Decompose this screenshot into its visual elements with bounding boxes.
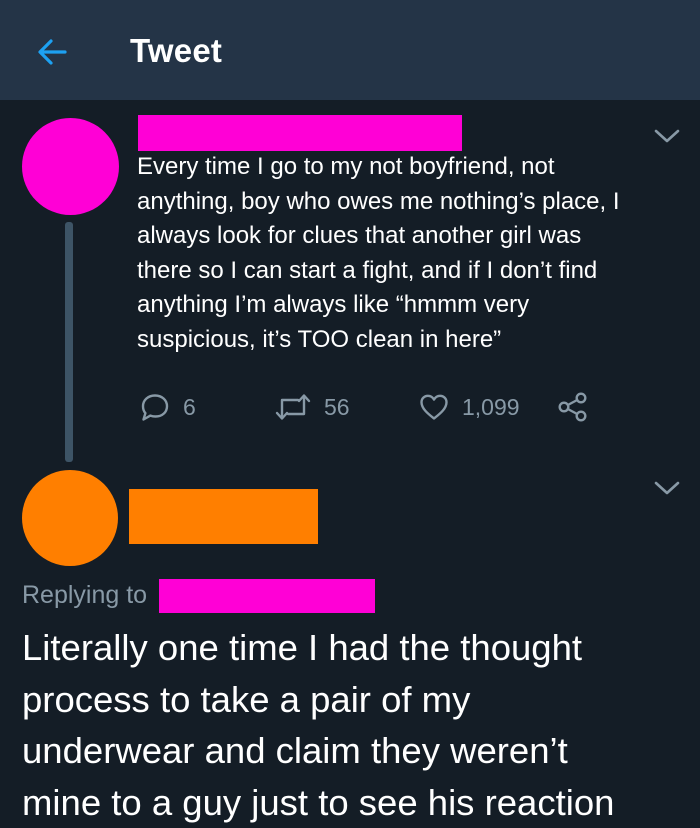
thread-line [65,222,73,462]
top-bar: Tweet [0,0,700,100]
redacted-reply-handle[interactable] [159,579,375,613]
reply-count: 6 [183,393,196,420]
avatar[interactable] [22,470,118,566]
retweet-count: 56 [324,393,350,420]
retweet-icon [275,394,311,420]
retweet-button[interactable]: 56 [274,390,350,424]
tweet-text: Every time I go to my not boyfriend, not… [137,153,620,353]
replying-to-label: Replying to [22,581,148,609]
chevron-down-icon[interactable] [652,478,682,498]
chevron-down-icon[interactable] [652,126,682,146]
back-arrow-icon[interactable] [34,34,70,70]
reply-icon [141,394,169,421]
share-button[interactable] [556,390,590,424]
reply-button[interactable]: 6 [139,390,196,424]
redacted-display-name [129,489,318,544]
tweet-text: Literally one time I had the thought pro… [22,627,615,823]
share-icon [558,392,587,422]
like-button[interactable]: 1,099 [418,390,520,424]
avatar[interactable] [22,118,119,215]
page-title: Tweet [130,32,223,69]
heart-icon [420,394,448,420]
redacted-display-name [138,115,462,151]
like-count: 1,099 [462,393,520,420]
